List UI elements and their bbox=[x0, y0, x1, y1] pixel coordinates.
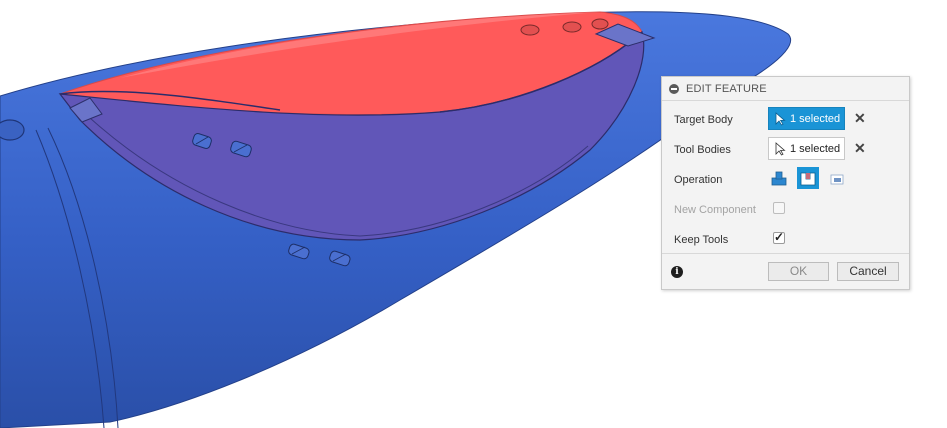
target-body-value: 1 selected bbox=[790, 113, 841, 125]
tool-bodies-selector[interactable]: 1 selected bbox=[768, 137, 845, 160]
target-body-label: Target Body bbox=[674, 114, 733, 126]
cancel-button[interactable]: Cancel bbox=[837, 262, 899, 281]
edit-feature-panel: EDIT FEATURE Target Body 1 selected ✕ To… bbox=[661, 76, 910, 290]
ok-button[interactable]: OK bbox=[768, 262, 829, 281]
tool-bodies-label: Tool Bodies bbox=[674, 144, 731, 156]
keep-tools-label: Keep Tools bbox=[674, 234, 729, 246]
new-component-checkbox[interactable] bbox=[773, 202, 785, 214]
collapse-icon[interactable] bbox=[669, 84, 679, 94]
tool-bodies-value: 1 selected bbox=[790, 143, 841, 155]
target-body-selector[interactable]: 1 selected bbox=[768, 107, 845, 130]
cursor-icon bbox=[775, 112, 786, 126]
clear-tools-icon[interactable]: ✕ bbox=[854, 141, 866, 155]
panel-header: EDIT FEATURE bbox=[662, 77, 909, 101]
target-body-row: Target Body 1 selected ✕ bbox=[662, 105, 909, 135]
checkmark-icon: ✓ bbox=[774, 230, 785, 244]
info-icon[interactable]: i bbox=[671, 266, 683, 278]
keep-tools-row: Keep Tools ✓ bbox=[662, 225, 909, 255]
new-component-row: New Component bbox=[662, 195, 909, 225]
panel-footer: i OK Cancel bbox=[662, 253, 909, 289]
tool-bodies-row: Tool Bodies 1 selected ✕ bbox=[662, 135, 909, 165]
keep-tools-checkbox[interactable]: ✓ bbox=[773, 230, 785, 244]
cut-icon[interactable] bbox=[797, 167, 819, 189]
clear-target-icon[interactable]: ✕ bbox=[854, 111, 866, 125]
operation-label: Operation bbox=[674, 174, 723, 186]
cursor-icon bbox=[775, 142, 786, 156]
intersect-icon[interactable] bbox=[826, 167, 848, 189]
join-icon[interactable] bbox=[768, 167, 790, 189]
new-component-label: New Component bbox=[674, 204, 756, 216]
operation-row: Operation bbox=[662, 165, 909, 195]
panel-title: EDIT FEATURE bbox=[686, 83, 767, 95]
